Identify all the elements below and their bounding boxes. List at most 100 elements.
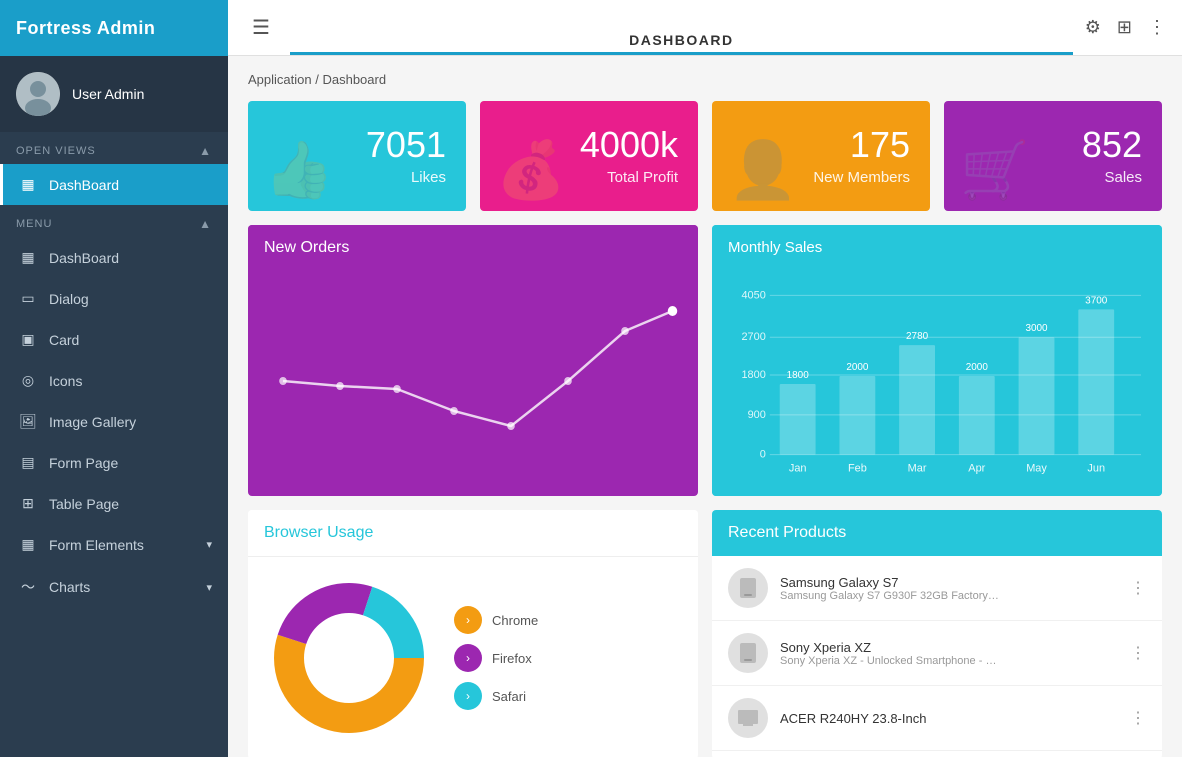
sidebar-item-label: Form Elements (49, 537, 144, 553)
svg-text:Jan: Jan (789, 463, 807, 475)
charts-row: New Orders (248, 225, 1162, 496)
members-label: New Members (813, 169, 910, 186)
profit-icon: 💰 (496, 137, 566, 203)
stat-cards: 7051 Likes 👍 4000k Total Profit 💰 175 Ne… (248, 101, 1162, 211)
sidebar-item-label: Card (49, 332, 79, 348)
dashboard-icon: ▦ (19, 249, 37, 266)
sidebar-item-dialog[interactable]: ▭ Dialog (0, 278, 228, 319)
legend-firefox: › Firefox (454, 644, 538, 672)
settings-icon[interactable]: ⚙ (1085, 17, 1101, 38)
product-item-sg7: Samsung Galaxy S7 Samsung Galaxy S7 G930… (712, 556, 1162, 621)
dialog-icon: ▭ (19, 290, 37, 307)
svg-text:4050: 4050 (741, 289, 765, 301)
user-name: User Admin (72, 86, 144, 102)
monthly-sales-chart: 4050 2700 1800 900 0 (712, 270, 1162, 496)
product-thumb-sxz (728, 633, 768, 673)
stat-card-members: 175 New Members 👤 (712, 101, 930, 211)
menu-toggle-button[interactable]: ☰ (244, 11, 278, 44)
breadcrumb-dashboard: Dashboard (322, 72, 386, 87)
sidebar-item-label: DashBoard (49, 177, 119, 193)
sidebar-item-icons[interactable]: ◎ Icons (0, 360, 228, 401)
donut-chart (264, 573, 434, 743)
browser-legend: › Chrome › Firefox › Safari (454, 606, 538, 710)
product-more-acer[interactable]: ⋮ (1130, 708, 1146, 728)
product-info-sxz: Sony Xperia XZ Sony Xperia XZ - Unlocked… (780, 640, 1118, 667)
topbar-title: DASHBOARD (290, 32, 1073, 55)
svg-text:2000: 2000 (966, 362, 989, 373)
sidebar-item-image-gallery[interactable]: 🖼 Image Gallery (0, 401, 228, 442)
svg-text:1800: 1800 (741, 369, 765, 381)
profit-label: Total Profit (607, 169, 678, 186)
menu-label[interactable]: MENU ▲ (0, 205, 228, 237)
card-icon: ▣ (19, 331, 37, 348)
sidebar-item-label: Icons (49, 373, 82, 389)
chrome-dot: › (454, 606, 482, 634)
sidebar-item-dashboard[interactable]: ▦ DashBoard (0, 237, 228, 278)
sales-icon: 🛒 (960, 137, 1030, 203)
safari-label: Safari (492, 689, 526, 704)
likes-icon: 👍 (264, 137, 334, 203)
sidebar-item-label: Dialog (49, 291, 89, 307)
breadcrumb-app: Application (248, 72, 312, 87)
likes-number: 7051 (366, 127, 446, 163)
breadcrumb: Application / Dashboard (248, 72, 1162, 87)
stat-card-sales: 852 Sales 🛒 (944, 101, 1162, 211)
svg-text:Apr: Apr (968, 463, 985, 475)
sidebar-item-dashboard-open[interactable]: ▦ DashBoard (0, 164, 228, 205)
sidebar-item-form-page[interactable]: ▤ Form Page (0, 442, 228, 483)
svg-text:2700: 2700 (741, 331, 765, 343)
stat-card-likes: 7051 Likes 👍 (248, 101, 466, 211)
svg-text:Jun: Jun (1087, 463, 1105, 475)
sidebar-item-label: Table Page (49, 496, 119, 512)
form-elements-icon: ▦ (19, 536, 37, 553)
open-views-label[interactable]: OPEN VIEWS ▲ (0, 132, 228, 164)
topbar-icons: ⚙ ⊞ ⋮ (1085, 17, 1166, 38)
page-content: Application / Dashboard 7051 Likes 👍 400… (228, 56, 1182, 757)
sidebar-item-label: Charts (49, 579, 90, 595)
bottom-row: Browser Usage › (248, 510, 1162, 757)
more-icon[interactable]: ⋮ (1148, 17, 1166, 38)
sidebar-item-charts[interactable]: 〜 Charts ▾ (0, 565, 228, 609)
browser-usage-title: Browser Usage (248, 510, 698, 557)
product-more-sxz[interactable]: ⋮ (1130, 643, 1146, 663)
chrome-label: Chrome (492, 613, 538, 628)
avatar (16, 72, 60, 116)
new-orders-panel: New Orders (248, 225, 698, 496)
product-item-acer: ACER R240HY 23.8-Inch ⋮ (712, 686, 1162, 751)
image-icon: 🖼 (19, 413, 37, 430)
sidebar-item-label: Image Gallery (49, 414, 136, 430)
chevron-down-icon: ▾ (206, 538, 212, 551)
product-thumb-sg7 (728, 568, 768, 608)
svg-text:2000: 2000 (846, 362, 869, 373)
firefox-label: Firefox (492, 651, 532, 666)
product-desc-sxz: Sony Xperia XZ - Unlocked Smartphone - 3… (780, 655, 1000, 667)
product-name-acer: ACER R240HY 23.8-Inch (780, 711, 1118, 726)
topbar: ☰ DASHBOARD ⚙ ⊞ ⋮ (228, 0, 1182, 56)
legend-safari: › Safari (454, 682, 538, 710)
svg-text:Mar: Mar (908, 463, 927, 475)
members-icon: 👤 (728, 137, 798, 203)
stat-card-profit: 4000k Total Profit 💰 (480, 101, 698, 211)
new-orders-chart (248, 271, 698, 491)
product-item-sxz: Sony Xperia XZ Sony Xperia XZ - Unlocked… (712, 621, 1162, 686)
product-desc-sg7: Samsung Galaxy S7 G930F 32GB Factory Unl… (780, 590, 1000, 602)
svg-text:Feb: Feb (848, 463, 867, 475)
new-orders-title: New Orders (248, 225, 698, 271)
svg-text:900: 900 (748, 409, 766, 421)
recent-products-title: Recent Products (712, 510, 1162, 556)
firefox-dot: › (454, 644, 482, 672)
user-section: User Admin (0, 56, 228, 132)
open-views-chevron: ▲ (199, 144, 212, 158)
recent-products-panel: Recent Products Samsung Galaxy S7 Samsun… (712, 510, 1162, 757)
sidebar-item-card[interactable]: ▣ Card (0, 319, 228, 360)
profit-number: 4000k (580, 127, 678, 163)
sidebar-item-table-page[interactable]: ⊞ Table Page (0, 483, 228, 524)
form-icon: ▤ (19, 454, 37, 471)
monthly-sales-title: Monthly Sales (712, 225, 1162, 270)
sidebar: Fortress Admin User Admin OPEN VIEWS ▲ ▦… (0, 0, 228, 757)
main-content: ☰ DASHBOARD ⚙ ⊞ ⋮ Application / Dashboar… (228, 0, 1182, 757)
sidebar-item-form-elements[interactable]: ▦ Form Elements ▾ (0, 524, 228, 565)
product-more-sg7[interactable]: ⋮ (1130, 578, 1146, 598)
sidebar-item-label: DashBoard (49, 250, 119, 266)
grid-icon[interactable]: ⊞ (1117, 17, 1132, 38)
